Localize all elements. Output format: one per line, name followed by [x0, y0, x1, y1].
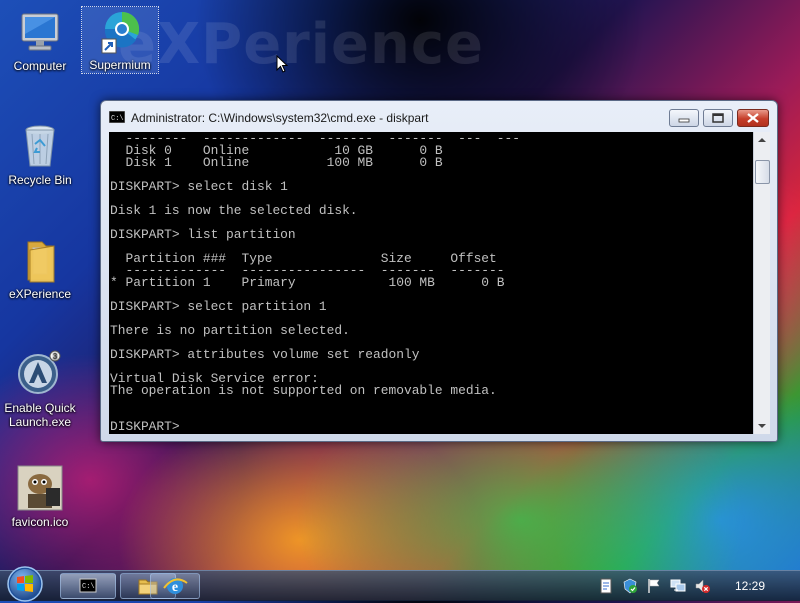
folder-icon: [16, 236, 64, 284]
svg-text:C:\: C:\: [82, 583, 95, 591]
scroll-up-arrow-icon[interactable]: [754, 132, 770, 148]
desktop-icon-label: Recycle Bin: [8, 173, 72, 187]
desktop-icon-label: favicon.ico: [11, 515, 69, 529]
desktop-icon-label: Supermium: [89, 58, 151, 72]
cmd-taskbar-icon: C:\: [79, 578, 97, 593]
console-output[interactable]: -------- ------------- ------- ------- -…: [109, 132, 753, 434]
close-icon: [747, 113, 759, 123]
mouse-cursor-icon: [276, 55, 289, 73]
taskbar: C:\ e 12:29: [0, 566, 800, 602]
desktop-icon-supermium[interactable]: Supermium: [81, 6, 159, 74]
console-text: -------- ------------- ------- ------- -…: [110, 132, 520, 434]
desktop-icon-label: eXPerience: [8, 287, 72, 301]
ie-taskbar-icon: e: [163, 578, 188, 595]
vertical-scrollbar[interactable]: [753, 132, 770, 434]
minimize-icon: [678, 118, 690, 123]
security-tray-icon[interactable]: [622, 578, 638, 594]
taskbar-ie-button[interactable]: e: [150, 573, 200, 599]
taskbar-clock[interactable]: 12:29: [735, 579, 765, 593]
recycle-bin-icon: [16, 122, 64, 170]
window-title: Administrator: C:\Windows\system32\cmd.e…: [131, 111, 429, 125]
computer-icon: [16, 8, 64, 56]
desktop-icon-enable-quick-launch[interactable]: 3 Enable Quick Launch.exe: [2, 350, 78, 429]
desktop-icon-favicon[interactable]: favicon.ico: [2, 464, 78, 529]
svg-text:e: e: [172, 580, 178, 595]
supermium-icon: [96, 7, 144, 55]
cmd-window-icon: C:\: [109, 111, 125, 123]
flag-tray-icon[interactable]: [646, 578, 662, 594]
svg-text:C:\: C:\: [111, 115, 124, 123]
maximize-icon: [712, 113, 724, 123]
start-button[interactable]: [4, 565, 46, 603]
minimize-button[interactable]: [669, 109, 699, 127]
desktop-icon-label: Computer: [13, 59, 67, 73]
desktop-icon-computer[interactable]: Computer: [2, 8, 78, 73]
quick-launch-exe-icon: 3: [16, 350, 64, 398]
desktop-watermark: eXPerience: [118, 12, 485, 77]
desktop-icon-experience-folder[interactable]: eXPerience: [2, 236, 78, 301]
document-tray-icon[interactable]: [598, 578, 614, 594]
network-tray-icon[interactable]: [670, 578, 686, 594]
close-button[interactable]: [737, 109, 769, 127]
maximize-button[interactable]: [703, 109, 733, 127]
favicon-image-icon: [16, 464, 64, 512]
cmd-window[interactable]: C:\ Administrator: C:\Windows\system32\c…: [100, 100, 778, 442]
scroll-down-arrow-icon[interactable]: [754, 418, 770, 434]
taskbar-cmd-button[interactable]: C:\: [60, 573, 116, 599]
svg-text:3: 3: [53, 352, 58, 361]
scrollbar-thumb[interactable]: [755, 160, 770, 184]
volume-muted-tray-icon[interactable]: [694, 578, 710, 594]
desktop-icon-recycle-bin[interactable]: Recycle Bin: [2, 122, 78, 187]
window-titlebar[interactable]: C:\ Administrator: C:\Windows\system32\c…: [101, 101, 777, 131]
desktop-icon-label: Enable Quick Launch.exe: [4, 401, 76, 429]
